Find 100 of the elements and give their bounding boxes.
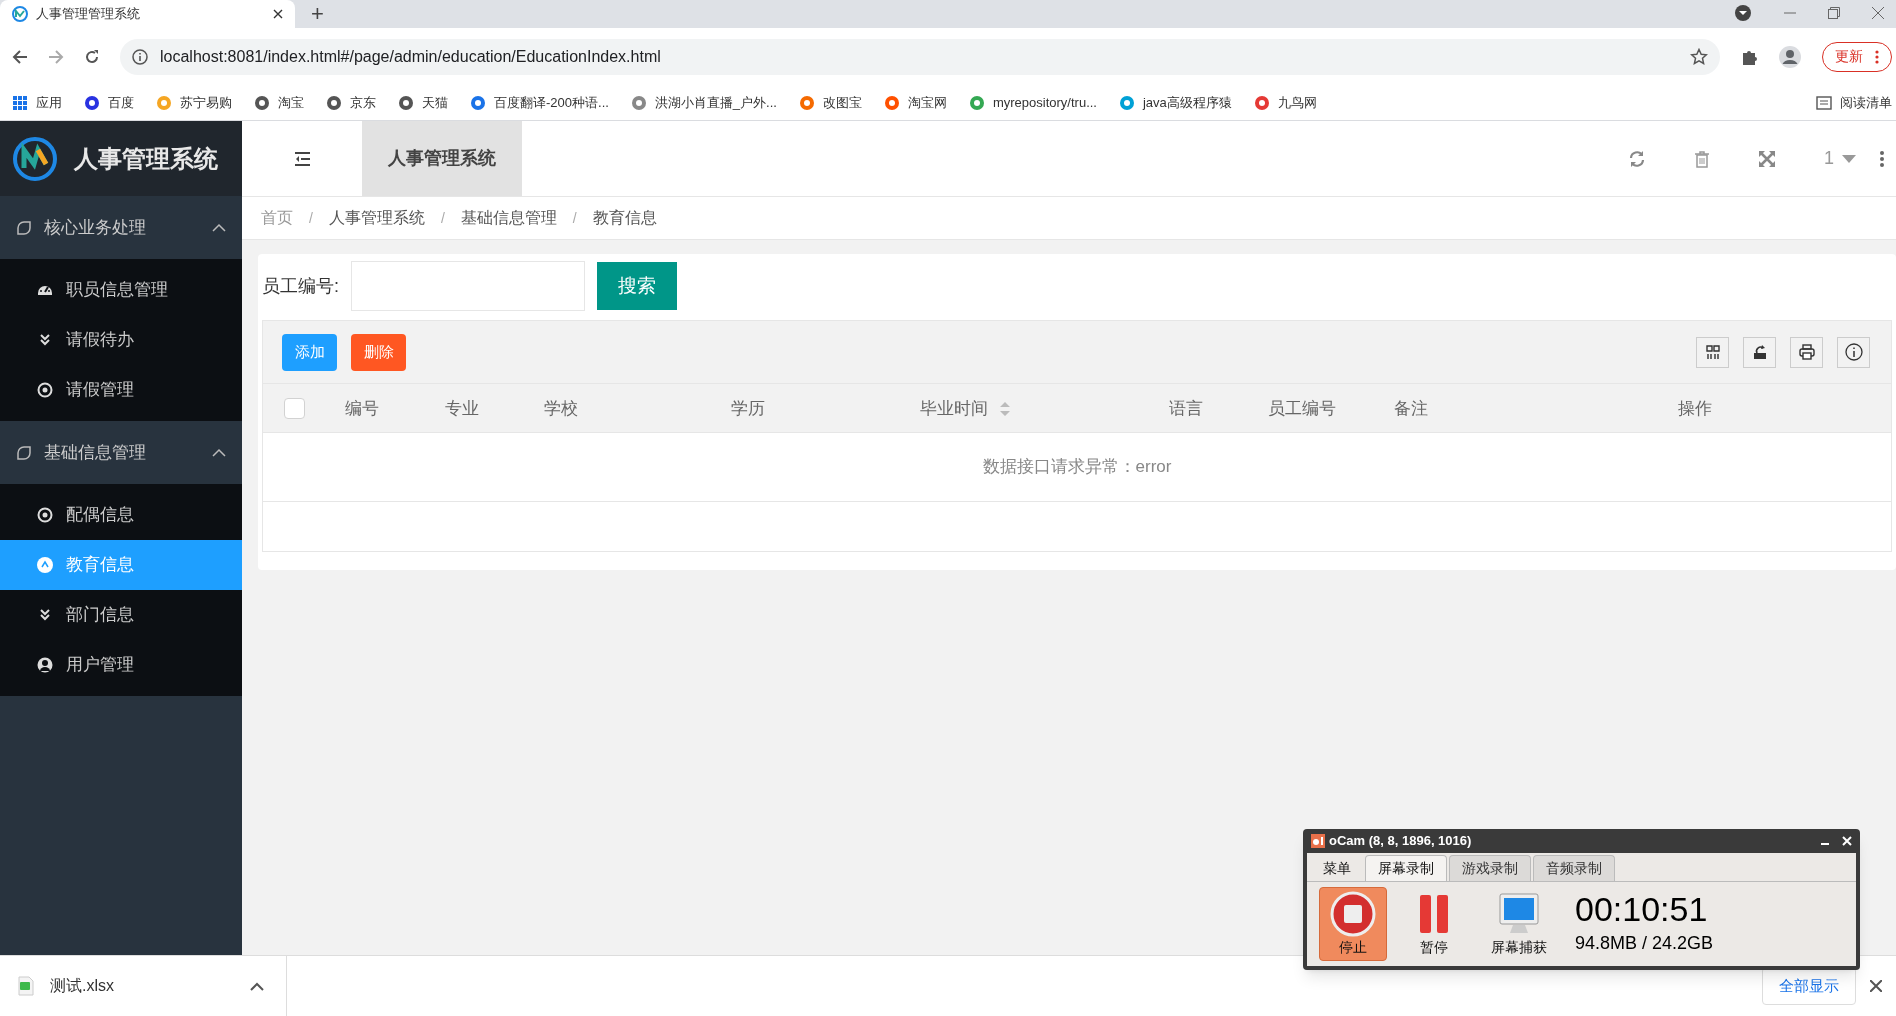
- recorder-button[interactable]: 停止: [1319, 887, 1387, 961]
- bookmark[interactable]: 百度: [84, 92, 134, 113]
- tab-title: 人事管理管理系统: [36, 5, 141, 24]
- breadcrumb-separator: /: [572, 208, 577, 228]
- site-icon: [798, 94, 815, 111]
- info-button[interactable]: [1837, 336, 1870, 368]
- bookmark[interactable]: 应用: [12, 92, 62, 113]
- info-icon: [132, 48, 148, 65]
- site-icon: [883, 94, 900, 111]
- stop-icon: [1330, 890, 1376, 937]
- site-icon: [968, 94, 985, 111]
- chevron-up-icon: [212, 222, 226, 233]
- caret-icon: [1842, 154, 1856, 163]
- back-icon[interactable]: [12, 48, 28, 65]
- spreadsheet-file-icon: [18, 976, 34, 996]
- site-icon: [630, 94, 647, 111]
- file-size-text: 94.8MB / 24.2GB: [1575, 931, 1714, 955]
- recorder-button[interactable]: 屏幕捕获: [1481, 887, 1557, 961]
- sidebar-item[interactable]: 请假管理: [0, 365, 242, 415]
- download-item[interactable]: 测试.xlsx: [0, 955, 287, 1016]
- browser-tab[interactable]: 人事管理管理系统: [0, 0, 295, 28]
- chevron-up-icon: [212, 447, 226, 458]
- timer-text: 00:10:51: [1575, 891, 1709, 926]
- refresh-icon[interactable]: [1628, 149, 1646, 168]
- reading-list-button[interactable]: 阅读清单: [1816, 92, 1892, 113]
- app-icon: [1311, 834, 1325, 848]
- sort-icon: [1000, 401, 1010, 416]
- apps-icon: [12, 94, 28, 111]
- sidebar-item[interactable]: 部门信息: [0, 590, 242, 640]
- trash-icon[interactable]: [1694, 149, 1710, 168]
- header-tab[interactable]: 人事管理系统: [362, 121, 522, 196]
- breadcrumb-separator: /: [309, 208, 313, 228]
- field-label: 员工编号:: [262, 274, 339, 298]
- bookmark[interactable]: 改图宝: [798, 92, 862, 113]
- fullscreen-icon[interactable]: [1758, 149, 1776, 168]
- sidebar-item[interactable]: 职员信息管理: [0, 265, 242, 315]
- print-button[interactable]: [1790, 336, 1823, 368]
- site-icon: [398, 94, 414, 111]
- restore-icon[interactable]: [1828, 7, 1840, 19]
- new-tab-button[interactable]: +: [311, 3, 324, 25]
- bookmark[interactable]: myrepository/tru...: [968, 92, 1097, 113]
- column-header: 备注: [1394, 397, 1428, 420]
- error-message: 数据接口请求异常：error: [263, 433, 1891, 502]
- breadcrumb-link[interactable]: 基础信息管理: [460, 206, 557, 230]
- star-icon[interactable]: [1690, 47, 1708, 66]
- favicon-icon: [12, 6, 28, 22]
- window-title: oCam (8, 8, 1896, 1016): [1329, 832, 1473, 851]
- search-button[interactable]: 搜索: [597, 262, 677, 310]
- profile-menu-icon[interactable]: [1734, 4, 1752, 22]
- menu-icon[interactable]: [293, 150, 311, 167]
- export-button[interactable]: [1743, 336, 1776, 368]
- recorder-tab[interactable]: 菜单: [1311, 855, 1363, 881]
- breadcrumb-link[interactable]: 教育信息: [592, 206, 657, 230]
- close-icon[interactable]: [1870, 980, 1882, 992]
- user-icon: [36, 656, 54, 674]
- column-header[interactable]: 毕业时间: [920, 384, 1010, 433]
- more-icon[interactable]: [1880, 150, 1884, 167]
- bookmark[interactable]: java高级程序猿: [1118, 92, 1232, 113]
- site-icon: [1118, 94, 1135, 111]
- bookmark[interactable]: 天猫: [398, 92, 448, 113]
- logo-icon: [12, 135, 58, 182]
- sidebar-item[interactable]: 用户管理: [0, 640, 242, 690]
- reload-icon[interactable]: [84, 48, 100, 65]
- bookmark[interactable]: 淘宝网: [883, 92, 947, 113]
- site-icon: [156, 94, 172, 111]
- sidebar-item[interactable]: 配偶信息: [0, 490, 242, 540]
- bookmark[interactable]: 京东: [326, 92, 376, 113]
- column-header: 语言: [1169, 397, 1203, 420]
- close-icon[interactable]: [273, 9, 283, 19]
- bookmark[interactable]: 百度翻译-200种语...: [470, 92, 609, 113]
- site-icon: [254, 94, 270, 111]
- column-header: 员工编号: [1268, 397, 1336, 420]
- bookmark[interactable]: 苏宁易购: [156, 92, 232, 113]
- site-icon: [326, 94, 342, 111]
- address-bar[interactable]: localhost:8081/index.html#/page/admin/education/EducationIndex.html: [120, 38, 1720, 75]
- column-header: 学历: [731, 397, 765, 420]
- bookmark[interactable]: 洪湖小肖直播_户外...: [630, 92, 777, 113]
- info-icon: [1844, 343, 1863, 361]
- list-icon: [1816, 94, 1832, 111]
- columns-button[interactable]: [1696, 336, 1729, 368]
- bookmark[interactable]: 淘宝: [254, 92, 304, 113]
- profile-icon[interactable]: [1778, 44, 1802, 69]
- recorder-tab[interactable]: 游戏录制: [1449, 855, 1531, 881]
- leaf-icon: [16, 444, 32, 461]
- breadcrumb-separator: /: [440, 208, 445, 228]
- site-icon: [1253, 94, 1270, 111]
- recorder-button[interactable]: 暂停: [1401, 887, 1467, 961]
- bookmark[interactable]: 九鸟网: [1253, 92, 1317, 113]
- column-header: 操作: [1678, 397, 1712, 420]
- checkbox[interactable]: [284, 398, 305, 419]
- input-field[interactable]: [351, 261, 585, 311]
- more-icon: [1875, 49, 1879, 64]
- chevron-up-icon: [250, 981, 264, 991]
- recorder-tab[interactable]: 屏幕录制: [1365, 855, 1447, 881]
- recorder-tab[interactable]: 音频录制: [1533, 855, 1615, 881]
- sidebar-item[interactable]: 请假待办: [0, 315, 242, 365]
- column-header: 学校: [544, 397, 578, 420]
- site-icon: [84, 94, 100, 111]
- url-text: localhost:8081/index.html#/page/admin/education/EducationIndex.html: [160, 46, 662, 67]
- breadcrumb-link[interactable]: 人事管理系统: [328, 206, 425, 230]
